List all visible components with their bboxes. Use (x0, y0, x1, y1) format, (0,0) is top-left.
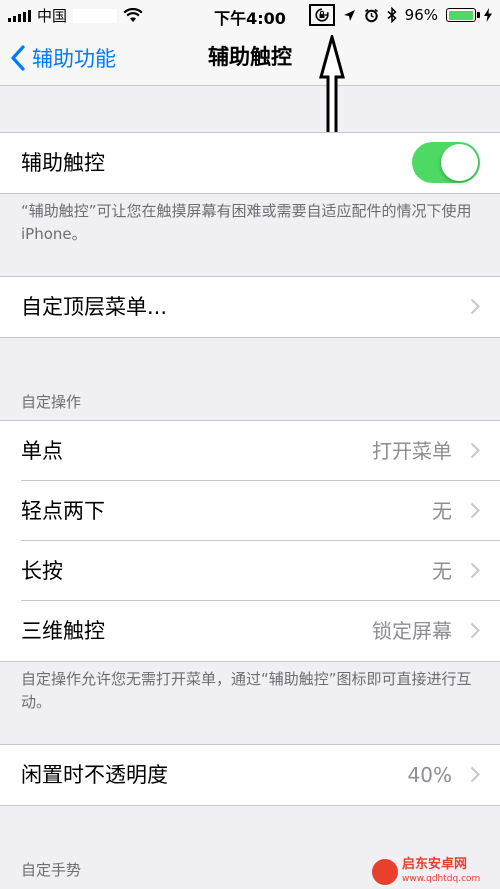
group-bottom-border (0, 193, 500, 194)
assistive-touch-row: 辅助触控 (0, 133, 500, 193)
chevron-left-icon (11, 44, 25, 71)
alarm-icon (364, 8, 378, 22)
status-right: 96% (308, 4, 492, 26)
chevron-right-icon (470, 442, 480, 459)
customize-top-menu-label: 自定顶层菜单... (21, 295, 168, 319)
action-value: 无 (432, 499, 452, 523)
assistive-touch-label: 辅助触控 (21, 151, 105, 175)
watermark-url: www.qdhtdq.com (402, 874, 481, 884)
battery-percent: 96% (404, 6, 438, 24)
action-row-single-tap[interactable]: 单点 打开菜单 (0, 421, 500, 481)
toggle-knob (441, 144, 478, 181)
watermark-text: 启东安卓网 www.qdhtdq.com (402, 858, 480, 886)
customize-top-menu-row[interactable]: 自定顶层菜单... (0, 277, 500, 337)
back-label: 辅助功能 (32, 46, 116, 71)
action-row-double-tap[interactable]: 轻点两下 无 (0, 481, 500, 541)
group-bottom-border (0, 805, 500, 806)
location-icon (343, 9, 355, 21)
action-value: 锁定屏幕 (372, 619, 452, 643)
action-label: 轻点两下 (21, 499, 105, 523)
chevron-right-icon (470, 562, 480, 579)
signal-icon (8, 9, 31, 22)
watermark-name: 启东安卓网 (402, 857, 468, 872)
charging-icon (484, 8, 492, 22)
section-header-custom-gestures: 自定手势 (21, 861, 82, 879)
battery-fill (448, 10, 473, 20)
action-row-3d-touch[interactable]: 三维触控 锁定屏幕 (0, 601, 500, 661)
idle-opacity-value: 40% (407, 763, 452, 787)
navigation-bar: 辅助功能 辅助触控 (0, 30, 500, 86)
chevron-right-icon (470, 502, 480, 519)
action-row-long-press[interactable]: 长按 无 (0, 541, 500, 601)
group-bottom-border (0, 661, 500, 662)
carrier-label: 中国 (37, 7, 68, 25)
status-left: 中国 (8, 5, 143, 26)
status-bar: 中国 下午4:00 96% (0, 0, 500, 30)
assistive-lock-icon (308, 4, 335, 26)
wifi-icon (123, 8, 143, 22)
action-label: 三维触控 (21, 619, 105, 643)
back-button[interactable]: 辅助功能 (10, 30, 116, 85)
assistive-touch-description: “辅助触控”可让您在触摸屏幕有困难或需要自适应配件的情况下使用 iPhone。 (21, 202, 472, 243)
idle-opacity-label: 闲置时不透明度 (21, 763, 168, 787)
action-value: 打开菜单 (372, 439, 452, 463)
settings-screen: 中国 下午4:00 96% 辅助功能 辅助触控 辅助触控 “辅助触控”可让您在触… (0, 0, 500, 889)
section-header-custom-actions: 自定操作 (21, 393, 82, 411)
battery-icon (446, 8, 480, 22)
annotation-arrow (319, 35, 345, 139)
assistive-touch-toggle[interactable] (412, 142, 480, 183)
group-bottom-border (0, 337, 500, 338)
watermark-icon (372, 859, 398, 885)
idle-opacity-row[interactable]: 闲置时不透明度 40% (0, 745, 500, 805)
action-label: 单点 (21, 439, 63, 463)
action-value: 无 (432, 559, 452, 583)
chevron-right-icon (470, 298, 480, 315)
chevron-right-icon (470, 622, 480, 639)
custom-actions-footer: 自定操作允许您无需打开菜单，通过“辅助触控”图标即可直接进行互动。 (21, 670, 472, 711)
watermark-logo: 启东安卓网 www.qdhtdq.com (372, 855, 500, 889)
chevron-right-icon (470, 766, 480, 783)
bluetooth-icon (387, 7, 397, 23)
action-label: 长按 (21, 559, 63, 583)
battery-tip (477, 12, 480, 18)
carrier-redaction (73, 8, 118, 23)
